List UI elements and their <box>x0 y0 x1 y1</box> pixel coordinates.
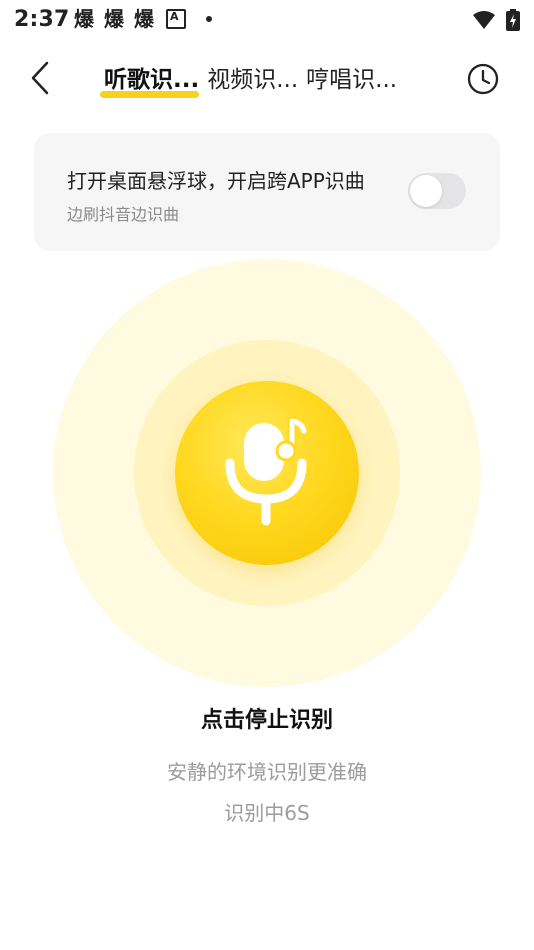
notification-icon: 爆 <box>134 7 154 31</box>
tab-video-recognition[interactable]: 视频识... <box>207 60 298 94</box>
wifi-icon <box>473 11 495 29</box>
tab-humming-recognition[interactable]: 哼唱识... <box>306 60 397 94</box>
tab-song-recognition[interactable]: 听歌识... <box>100 60 200 98</box>
tab-label: 视频识... <box>207 67 299 93</box>
history-button[interactable] <box>466 62 500 96</box>
clock-icon <box>467 63 499 95</box>
a-box-icon <box>166 9 186 29</box>
floating-ball-toggle[interactable] <box>408 173 466 209</box>
floating-ball-card: 打开桌面悬浮球，开启跨APP识曲 边刷抖音边识曲 <box>34 133 500 251</box>
microphone-music-note-icon <box>225 416 307 526</box>
toggle-knob <box>410 175 442 207</box>
tab-label: 听歌识... <box>104 67 200 93</box>
status-bar: 2:37 爆 爆 爆 <box>0 0 534 40</box>
battery-charging-icon <box>506 9 520 31</box>
back-button[interactable] <box>22 56 58 100</box>
header: 听歌识... 视频识... 哼唱识... <box>0 40 534 116</box>
floating-ball-title: 打开桌面悬浮球，开启跨APP识曲 <box>67 169 365 193</box>
notification-icons: 爆 爆 爆 <box>74 7 212 31</box>
floating-ball-subtitle: 边刷抖音边识曲 <box>67 205 180 224</box>
dot-icon <box>206 16 212 22</box>
stop-recognition-button[interactable] <box>175 381 359 565</box>
environment-hint: 安静的环境识别更准确 <box>167 760 367 784</box>
tab-label: 哼唱识... <box>306 67 398 93</box>
system-icons <box>472 9 520 31</box>
tab-bar: 听歌识... 视频识... 哼唱识... <box>100 60 397 98</box>
chevron-left-icon <box>31 61 49 95</box>
notification-icon: 爆 <box>74 7 94 31</box>
recognition-status: 识别中6S <box>224 801 310 825</box>
stop-recognition-label[interactable]: 点击停止识别 <box>0 702 534 734</box>
notification-icon: 爆 <box>104 7 124 31</box>
status-time: 2:37 <box>14 7 70 32</box>
